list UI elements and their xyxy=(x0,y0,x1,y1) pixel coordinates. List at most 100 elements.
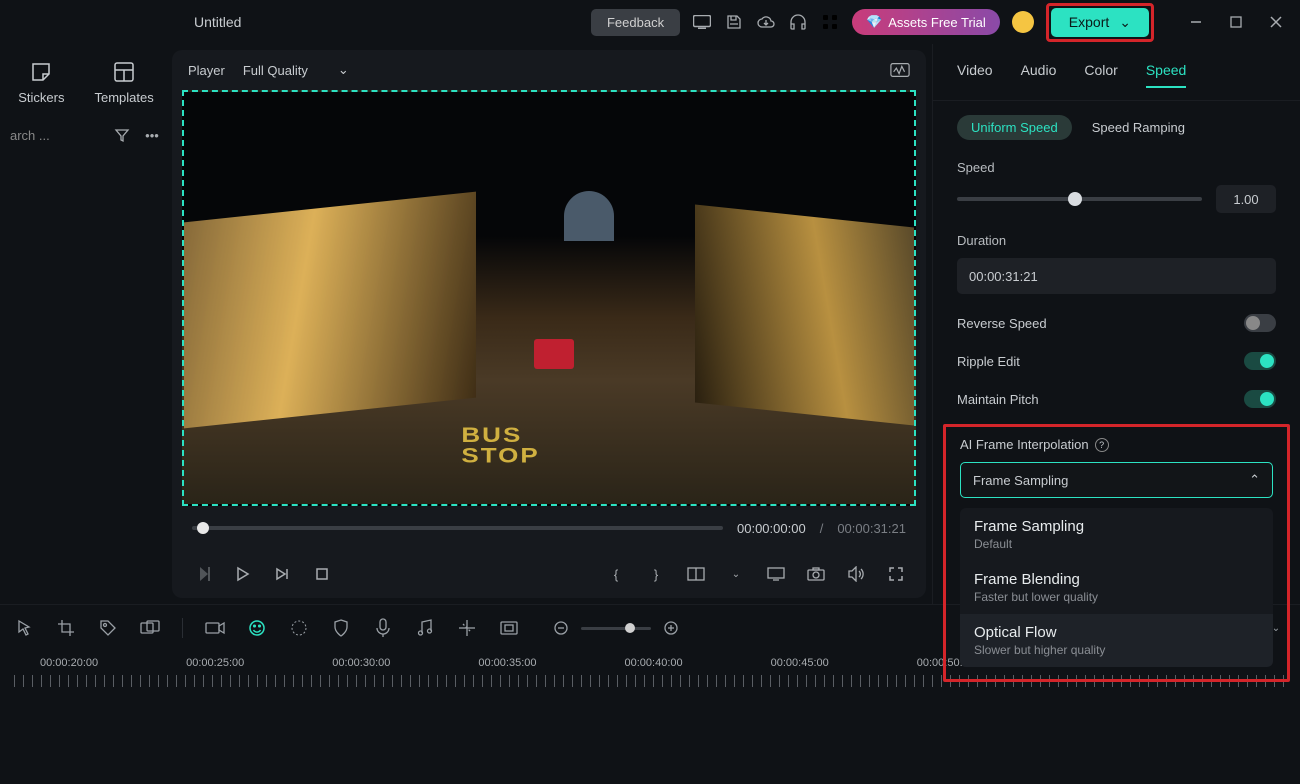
close-icon[interactable] xyxy=(1266,12,1286,32)
tab-speed[interactable]: Speed xyxy=(1146,62,1186,88)
help-icon[interactable]: ? xyxy=(1095,438,1109,452)
prev-frame-icon[interactable] xyxy=(192,564,212,584)
crop-tool-icon[interactable] xyxy=(56,618,76,638)
ai-frame-interpolation-highlight: AI Frame Interpolation ? Frame Sampling … xyxy=(943,424,1290,682)
grid-icon[interactable] xyxy=(820,12,840,32)
maintain-pitch-label: Maintain Pitch xyxy=(957,392,1039,407)
music-tool-icon[interactable] xyxy=(415,618,435,638)
stickers-label: Stickers xyxy=(18,90,64,105)
sticker-icon xyxy=(29,60,53,84)
display-icon[interactable] xyxy=(766,564,786,584)
ruler-mark: 00:00:30:00 xyxy=(332,657,390,669)
preview-canvas[interactable]: BUSSTOP xyxy=(182,90,916,506)
speed-slider[interactable] xyxy=(957,197,1202,201)
duration-input[interactable]: 00:00:31:21 xyxy=(957,258,1276,294)
tab-color[interactable]: Color xyxy=(1084,62,1117,88)
duration-label: Duration xyxy=(957,233,1276,248)
mark-in-icon[interactable]: { xyxy=(606,564,626,584)
mark-out-icon[interactable]: } xyxy=(646,564,666,584)
fullscreen-icon[interactable] xyxy=(886,564,906,584)
shield-tool-icon[interactable] xyxy=(331,618,351,638)
stop-icon[interactable] xyxy=(312,564,332,584)
ai-option-frame-sampling[interactable]: Frame Sampling Default xyxy=(960,508,1273,561)
ruler-mark: 00:00:25:00 xyxy=(186,657,244,669)
ai-option-title: Optical Flow xyxy=(974,624,1259,641)
filter-icon[interactable] xyxy=(112,125,132,145)
project-title: Untitled xyxy=(194,14,241,30)
ai-interpolation-dropdown: Frame Sampling Default Frame Blending Fa… xyxy=(960,508,1273,667)
total-time: 00:00:31:21 xyxy=(837,521,906,536)
tab-video[interactable]: Video xyxy=(957,62,993,88)
templates-tab[interactable]: Templates xyxy=(94,60,153,105)
reverse-speed-label: Reverse Speed xyxy=(957,316,1047,331)
road-text-2: STOP xyxy=(461,443,539,467)
export-label: Export xyxy=(1069,14,1109,30)
smiley-tool-icon[interactable] xyxy=(247,618,267,638)
screen-icon[interactable] xyxy=(692,12,712,32)
cloud-icon[interactable] xyxy=(756,12,776,32)
ai-option-optical-flow[interactable]: Optical Flow Slower but higher quality xyxy=(960,614,1273,667)
ruler-mark: 00:00:20:00 xyxy=(40,657,98,669)
blur-tool-icon[interactable] xyxy=(289,618,309,638)
ripple-edit-toggle[interactable] xyxy=(1244,352,1276,370)
mic-tool-icon[interactable] xyxy=(373,618,393,638)
next-frame-icon[interactable] xyxy=(272,564,292,584)
ai-interpolation-select[interactable]: Frame Sampling ⌃ xyxy=(960,462,1273,498)
speed-value[interactable]: 1.00 xyxy=(1216,185,1276,213)
current-time: 00:00:00:00 xyxy=(737,521,806,536)
mask-tool-icon[interactable] xyxy=(140,618,160,638)
ai-option-sub: Faster but lower quality xyxy=(974,590,1259,604)
waveform-icon[interactable] xyxy=(890,60,910,80)
export-highlight: Export ⌄ xyxy=(1046,3,1154,42)
templates-icon xyxy=(112,60,136,84)
ai-option-sub: Default xyxy=(974,537,1259,551)
chevron-down-icon: ⌄ xyxy=(338,62,349,78)
emoji-icon[interactable] xyxy=(1012,11,1034,33)
snapshot-icon[interactable] xyxy=(806,564,826,584)
ruler-mark: 00:00:45:00 xyxy=(771,657,829,669)
ai-option-title: Frame Blending xyxy=(974,571,1259,588)
play-icon[interactable] xyxy=(232,564,252,584)
reverse-speed-toggle[interactable] xyxy=(1244,314,1276,332)
chevron-up-icon: ⌃ xyxy=(1249,472,1260,488)
maintain-pitch-toggle[interactable] xyxy=(1244,390,1276,408)
quality-select[interactable]: Full Quality ⌄ xyxy=(243,62,349,78)
speed-ramping-option[interactable]: Speed Ramping xyxy=(1092,120,1185,135)
templates-label: Templates xyxy=(94,90,153,105)
feedback-button[interactable]: Feedback xyxy=(591,9,680,36)
speed-label: Speed xyxy=(957,160,1276,175)
assets-trial-button[interactable]: 💎 Assets Free Trial xyxy=(852,9,1000,35)
zoom-in-icon[interactable] xyxy=(661,618,681,638)
zoom-out-icon[interactable] xyxy=(551,618,571,638)
ratio-icon[interactable] xyxy=(686,564,706,584)
zoom-slider[interactable] xyxy=(581,627,651,630)
export-button[interactable]: Export ⌄ xyxy=(1051,8,1149,37)
ruler-mark: 00:00:40:00 xyxy=(625,657,683,669)
pointer-tool-icon[interactable] xyxy=(14,618,34,638)
ai-option-sub: Slower but higher quality xyxy=(974,643,1259,657)
tag-tool-icon[interactable] xyxy=(98,618,118,638)
uniform-speed-pill[interactable]: Uniform Speed xyxy=(957,115,1072,140)
headphones-icon[interactable] xyxy=(788,12,808,32)
save-icon[interactable] xyxy=(724,12,744,32)
assets-trial-label: Assets Free Trial xyxy=(888,15,986,30)
ruler-mark: 00:00:35:00 xyxy=(478,657,536,669)
ai-option-title: Frame Sampling xyxy=(974,518,1259,535)
minimize-icon[interactable] xyxy=(1186,12,1206,32)
chevron-down-icon: ⌄ xyxy=(1119,14,1131,31)
chevron-down-icon[interactable]: ⌄ xyxy=(726,564,746,584)
camera-tool-icon[interactable] xyxy=(205,618,225,638)
snap-tool-icon[interactable] xyxy=(457,618,477,638)
maximize-icon[interactable] xyxy=(1226,12,1246,32)
more-icon[interactable]: ••• xyxy=(142,125,162,145)
stickers-tab[interactable]: Stickers xyxy=(18,60,64,105)
tab-audio[interactable]: Audio xyxy=(1021,62,1057,88)
frame-tool-icon[interactable] xyxy=(499,618,519,638)
quality-value: Full Quality xyxy=(243,63,308,78)
seek-bar[interactable] xyxy=(192,526,723,530)
ai-option-frame-blending[interactable]: Frame Blending Faster but lower quality xyxy=(960,561,1273,614)
player-label: Player xyxy=(188,63,225,78)
search-input[interactable]: arch ... xyxy=(10,128,102,143)
volume-icon[interactable] xyxy=(846,564,866,584)
ai-selected-value: Frame Sampling xyxy=(973,473,1068,488)
